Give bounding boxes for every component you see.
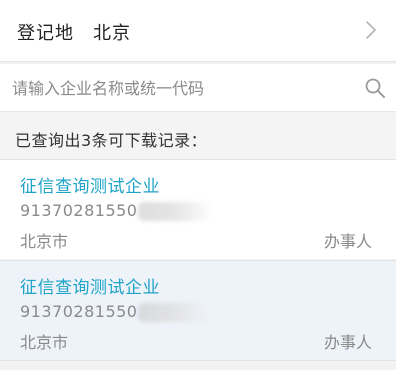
screen: 登记地 北京 已查询出3条可下载记录： 征信查询测试企业 91370281550… xyxy=(0,0,396,370)
record-item[interactable]: 征信查询测试企业 91370281550 北京市 办事人 xyxy=(0,159,396,259)
search-bar xyxy=(0,64,396,112)
record-company-name[interactable]: 征信查询测试企业 xyxy=(20,172,160,197)
registration-place-row[interactable]: 登记地 北京 xyxy=(0,0,396,62)
record-role: 办事人 xyxy=(323,333,372,352)
redaction-mask xyxy=(138,303,210,322)
record-credit-code: 91370281550 xyxy=(20,201,138,220)
record-city: 北京市 xyxy=(20,333,69,352)
redaction-mask xyxy=(138,202,210,221)
search-icon[interactable] xyxy=(364,77,386,99)
list-bottom xyxy=(0,360,396,370)
search-input[interactable] xyxy=(12,74,352,102)
chevron-right-icon xyxy=(366,21,376,39)
record-role: 办事人 xyxy=(323,232,372,251)
results-summary: 已查询出3条可下载记录： xyxy=(0,113,396,159)
record-item[interactable]: 征信查询测试企业 91370281550 北京市 办事人 xyxy=(0,260,396,360)
record-credit-code: 91370281550 xyxy=(20,302,138,321)
registration-place-value: 北京 xyxy=(93,23,131,44)
registration-place-label: 登记地 xyxy=(17,23,74,44)
results-summary-text: 已查询出3条可下载记录： xyxy=(15,131,208,150)
record-company-name[interactable]: 征信查询测试企业 xyxy=(20,273,160,298)
record-city: 北京市 xyxy=(20,232,69,251)
